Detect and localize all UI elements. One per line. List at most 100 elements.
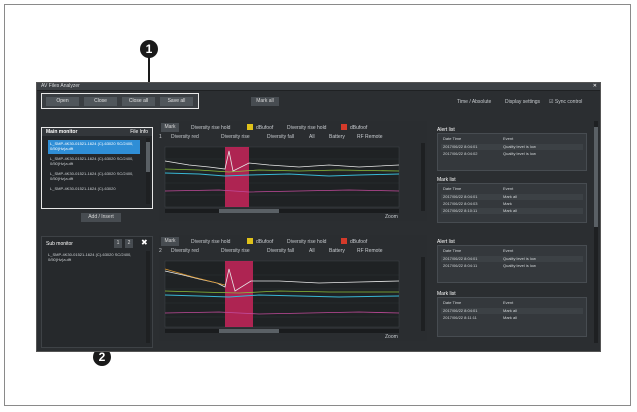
red-swatch — [341, 238, 347, 244]
file-list-item[interactable]: L_SMP-4K30-01521-1624 (C)-63020 SC/2400,… — [48, 140, 140, 154]
all-toggle[interactable]: All — [309, 134, 315, 140]
yellow-swatch — [247, 238, 253, 244]
battery-toggle[interactable]: Battery — [329, 134, 345, 140]
list-item[interactable]: 2017/06/22 8:10:11 Mark all — [441, 208, 583, 214]
battery-toggle[interactable]: Battery — [329, 248, 345, 254]
list-item[interactable]: 2017/06/22 8:04:03 Mark — [441, 201, 583, 207]
callout-1-badge: 1 — [140, 40, 158, 58]
column-event: Event — [503, 136, 514, 141]
row-time: 2017/06/22 8:04:01 — [443, 194, 478, 199]
chart-scrollbar — [165, 329, 399, 333]
diversity-fall-toggle[interactable]: Diversity fall — [267, 248, 294, 254]
save-all-button[interactable]: Save all — [160, 97, 193, 106]
list-header: Date Time Event — [441, 136, 583, 142]
off-label: dBufoof — [256, 239, 274, 245]
column-event: Event — [503, 300, 514, 305]
list-item[interactable]: 2017/06/22 8:04:01 Quality level is low — [441, 144, 583, 150]
zoom-label[interactable]: Zoom — [385, 334, 398, 340]
file-list-item[interactable]: L_SMP-4K30-01521-1624 (C)-63020 SC/2400,… — [48, 155, 140, 169]
all-toggle[interactable]: All — [309, 248, 315, 254]
chart-scroll-thumb — [219, 329, 279, 333]
chart-2-vscroll[interactable] — [421, 257, 425, 331]
column-date-time: Date Time — [443, 248, 462, 253]
close-button[interactable]: Close — [84, 97, 117, 106]
close-all-button[interactable]: Close all — [122, 97, 155, 106]
column-event: Event — [503, 186, 514, 191]
column-date-time: Date Time — [443, 136, 462, 141]
sub-monitor-button-1[interactable]: 1 — [114, 239, 122, 248]
open-button[interactable]: Open — [46, 97, 79, 106]
main-monitor-title: Main monitor — [46, 129, 78, 135]
sub-monitor-panel: Sub monitor 1 2 ✖ L_SMP-4K30-01521-1624 … — [41, 236, 153, 348]
chart-panel-1: Mark Diversity rise hold dBufoof Diversi… — [159, 121, 427, 221]
window-vscroll[interactable] — [594, 121, 598, 343]
zoom-label[interactable]: Zoom — [385, 214, 398, 220]
main-monitor-header: Main monitor File Info — [42, 128, 152, 136]
row-event: Mark all — [503, 194, 518, 199]
main-monitor-panel: Main monitor File Info L_SMP-4K30-01521-… — [41, 127, 153, 209]
mark-all-button[interactable]: Mark all — [251, 97, 279, 106]
remove-icon[interactable]: ✖ — [141, 238, 148, 247]
file-list-scrollbar[interactable] — [146, 138, 150, 204]
file-info-label: File Info — [130, 129, 148, 135]
rf-remote-toggle[interactable]: RF Remote — [357, 134, 383, 140]
list-item[interactable]: 2017/06/22 8:11:11 Mark all — [441, 315, 583, 321]
selection-highlight — [225, 147, 249, 207]
window-scroll-thumb[interactable] — [594, 127, 598, 227]
analyzer-window: AV Files Analyzer ✕ Open Close Close all… — [36, 82, 601, 352]
diversity-fall-hold-label: Diversity rise hold — [287, 239, 327, 245]
column-date-time: Date Time — [443, 300, 462, 305]
sub-monitor-title: Sub monitor — [46, 241, 73, 247]
diversity-rise-hold-label: Diversity rise hold — [191, 239, 231, 245]
mark-button[interactable]: Mark — [161, 123, 179, 132]
close-icon[interactable]: ✕ — [593, 83, 597, 90]
signal-chart-2 — [164, 260, 400, 333]
row-event: Quality level is low — [503, 144, 536, 149]
window-title: AV Files Analyzer — [41, 83, 80, 89]
channel-label: 2 — [159, 248, 162, 254]
chart-1-vscroll[interactable] — [421, 143, 425, 211]
sync-control-checkbox[interactable]: ☑ Sync control — [549, 99, 582, 105]
row-time: 2017/06/22 8:04:03 — [443, 201, 478, 206]
time-absolute-label[interactable]: Time / Absolute — [457, 99, 491, 105]
chart-scroll-thumb — [219, 209, 279, 213]
diversity-rise-toggle[interactable]: Diversity rise — [221, 134, 250, 140]
display-settings-button[interactable]: Display settings — [505, 99, 540, 105]
row-event: Mark all — [503, 315, 518, 320]
diversity-fall-toggle[interactable]: Diversity fall — [267, 134, 294, 140]
yellow-swatch — [247, 124, 253, 130]
row-event: Quality level is low — [503, 256, 536, 261]
alert-list-2: Date Time Event 2017/06/22 8:04:01 Quali… — [437, 245, 587, 283]
diversity-red-toggle[interactable]: Diversity red — [171, 248, 199, 254]
list-item[interactable]: 2017/06/22 8:04:01 Mark all — [441, 308, 583, 314]
list-item[interactable]: 2017/06/22 8:04:01 Mark all — [441, 194, 583, 200]
title-bar: AV Files Analyzer ✕ — [37, 83, 600, 91]
file-list-item[interactable]: L_SMP-4K30-01521-1624 (C)-63020 — [48, 185, 140, 199]
off-label: dBufoof — [350, 239, 368, 245]
chart-scrollbar — [165, 209, 399, 213]
row-time: 2017/06/22 8:11:11 — [443, 315, 477, 320]
row-event: Mark all — [503, 308, 518, 313]
list-item[interactable]: 2017/06/22 8:04:02 Quality level is low — [441, 151, 583, 157]
file-list-item[interactable]: L_SMP-4K30-01521-1624 (C)-63020 SC/2400,… — [48, 170, 140, 184]
alert-list-1: Date Time Event 2017/06/22 8:04:01 Quali… — [437, 133, 587, 171]
off-label: dBufoof — [256, 125, 274, 131]
signal-chart-1 — [164, 146, 400, 213]
diversity-red-toggle[interactable]: Diversity red — [171, 134, 199, 140]
row-time: 2017/06/22 8:04:11 — [443, 263, 478, 268]
sub-monitor-button-2[interactable]: 2 — [125, 239, 133, 248]
sub-monitor-file[interactable]: L_SMP-4K30-01521-1624 (C)-63020 SC/2400,… — [46, 251, 146, 265]
list-item[interactable]: 2017/06/22 8:04:01 Quality level is low — [441, 256, 583, 262]
row-time: 2017/06/22 8:04:01 — [443, 308, 478, 313]
plot-area — [164, 146, 400, 208]
row-event: Quality level is low — [503, 263, 536, 268]
rf-remote-toggle[interactable]: RF Remote — [357, 248, 383, 254]
diversity-rise-toggle[interactable]: Diversity rise — [221, 248, 250, 254]
row-time: 2017/06/22 8:04:02 — [443, 151, 478, 156]
file-list-scroll-thumb[interactable] — [146, 142, 150, 172]
mark-button[interactable]: Mark — [161, 237, 179, 246]
sub-monitor-scrollbar[interactable] — [146, 251, 150, 343]
list-item[interactable]: 2017/06/22 8:04:11 Quality level is low — [441, 263, 583, 269]
sync-control-label: Sync control — [554, 99, 583, 105]
add-insert-button[interactable]: Add / Insert — [81, 213, 121, 222]
